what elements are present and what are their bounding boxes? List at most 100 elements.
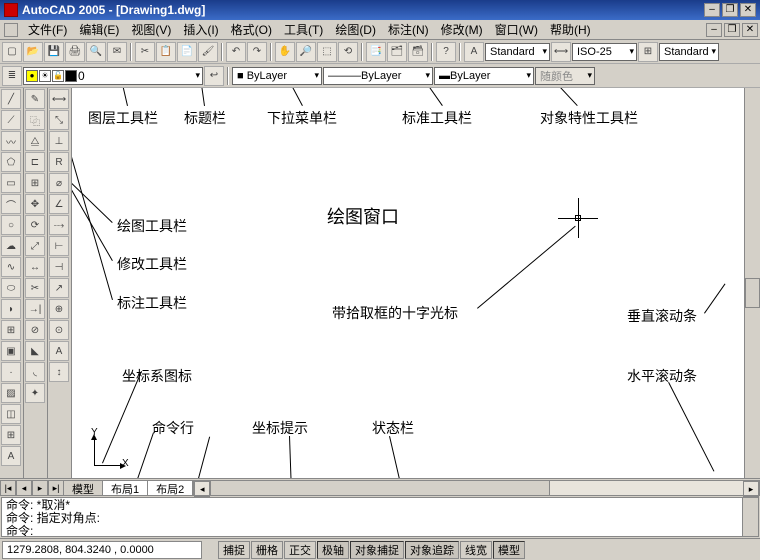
dimaligned-icon[interactable]: ⤡ [49,110,69,130]
text-style-icon[interactable]: A [464,42,484,62]
minimize-button[interactable]: – [704,3,720,17]
scale-icon[interactable]: ⤢ [25,236,45,256]
scroll-left-button[interactable]: ◂ [194,481,210,497]
menu-file[interactable]: 文件(F) [22,21,73,38]
pan-icon[interactable]: ✋ [275,42,295,62]
ellipse-icon[interactable]: ⬭ [1,278,21,298]
mirror-icon[interactable]: ⧋ [25,131,45,151]
menu-format[interactable]: 格式(O) [225,21,278,38]
zoom-win-icon[interactable]: ⬚ [317,42,337,62]
doc-minimize-button[interactable]: – [706,23,722,37]
layer-mgr-icon[interactable]: ≣ [2,66,22,86]
status-polar[interactable]: 极轴 [317,541,349,559]
chamfer-icon[interactable]: ◣ [25,341,45,361]
offset-icon[interactable]: ⊏ [25,152,45,172]
status-ortho[interactable]: 正交 [284,541,316,559]
save-icon[interactable]: 💾 [44,42,64,62]
menu-insert[interactable]: 插入(I) [177,21,224,38]
maximize-button[interactable]: ❐ [722,3,738,17]
close-button[interactable]: ✕ [740,3,756,17]
new-icon[interactable]: ▢ [2,42,22,62]
color-dropdown[interactable]: ■ ByLayer [232,67,322,85]
horizontal-scrollbar[interactable]: ◂ ▸ [193,480,760,496]
paste-icon[interactable]: 📄 [177,42,197,62]
tp-icon[interactable]: 🗃 [408,42,428,62]
dc-icon[interactable]: 🗂 [387,42,407,62]
extend-icon[interactable]: →| [25,299,45,319]
array-icon[interactable]: ⊞ [25,173,45,193]
open-icon[interactable]: 📂 [23,42,43,62]
tab-nav-last[interactable]: ▸| [48,480,64,496]
menu-help[interactable]: 帮助(H) [544,21,597,38]
dimedit-icon[interactable]: A [49,341,69,361]
tab-model[interactable]: 模型 [63,480,103,496]
menu-tools[interactable]: 工具(T) [278,21,329,38]
linetype-dropdown[interactable]: ——— ByLayer [323,67,433,85]
break-icon[interactable]: ⊘ [25,320,45,340]
text-style-dropdown[interactable]: Standard [485,43,550,61]
polygon-icon[interactable]: ⬠ [1,152,21,172]
dim-style-icon[interactable]: ⟷ [551,42,571,62]
preview-icon[interactable]: 🔍 [86,42,106,62]
command-line[interactable]: 命令: *取消* 命令: 指定对角点: 命令: [1,497,759,537]
tab-layout1[interactable]: 布局1 [102,480,148,496]
drawing-window[interactable]: Y X 图层工具栏 标题栏 下拉菜单栏 标准工具栏 对象特性工具栏 绘图工具栏 … [72,88,760,478]
fillet-icon[interactable]: ◟ [25,362,45,382]
copy-icon[interactable]: 📋 [156,42,176,62]
copy-obj-icon[interactable]: ⿻ [25,110,45,130]
layer-dropdown[interactable]: ● ☀ 🔓 0 [23,67,203,85]
tab-layout2[interactable]: 布局2 [147,480,193,496]
tab-nav-first[interactable]: |◂ [0,480,16,496]
menu-modify[interactable]: 修改(M) [435,21,489,38]
redo-icon[interactable]: ↷ [247,42,267,62]
table-icon[interactable]: ⊞ [1,425,21,445]
dimlinear-icon[interactable]: ⟷ [49,89,69,109]
ellipsearc-icon[interactable]: ◗ [1,299,21,319]
qdim-icon[interactable]: ⤏ [49,215,69,235]
region-icon[interactable]: ◫ [1,404,21,424]
plot-icon[interactable]: 🖨 [65,42,85,62]
explode-icon[interactable]: ✦ [25,383,45,403]
properties-icon[interactable]: 📑 [366,42,386,62]
lineweight-dropdown[interactable]: ▬ ByLayer [434,67,534,85]
menu-edit[interactable]: 编辑(E) [73,21,125,38]
tolerance-icon[interactable]: ⊕ [49,299,69,319]
makeblock-icon[interactable]: ▣ [1,341,21,361]
vertical-scrollbar[interactable] [744,88,760,478]
menu-window[interactable]: 窗口(W) [489,21,544,38]
menu-draw[interactable]: 绘图(D) [329,21,382,38]
erase-icon[interactable]: ✎ [25,89,45,109]
dimang-icon[interactable]: ∠ [49,194,69,214]
scroll-right-button[interactable]: ▸ [743,481,759,497]
rect-icon[interactable]: ▭ [1,173,21,193]
publish-icon[interactable]: ✉ [107,42,127,62]
xline-icon[interactable]: ⟋ [1,110,21,130]
line-icon[interactable]: ╱ [1,89,21,109]
layer-prev-icon[interactable]: ↩ [204,66,224,86]
point-icon[interactable]: · [1,362,21,382]
help-icon[interactable]: ? [436,42,456,62]
menu-dim[interactable]: 标注(N) [382,21,435,38]
cmd-scrollbar[interactable] [742,498,758,536]
doc-restore-button[interactable]: ❐ [724,23,740,37]
menu-view[interactable]: 视图(V) [125,21,177,38]
dimbase-icon[interactable]: ⊢ [49,236,69,256]
tab-nav-prev[interactable]: ◂ [16,480,32,496]
table-style-dropdown[interactable]: Standard [659,43,719,61]
hatch-icon[interactable]: ▨ [1,383,21,403]
pline-icon[interactable]: 〰 [1,131,21,151]
coordinate-display[interactable]: 1279.2808, 804.3240 , 0.0000 [2,541,202,559]
dim-style-dropdown[interactable]: ISO-25 [572,43,637,61]
undo-icon[interactable]: ↶ [226,42,246,62]
stretch-icon[interactable]: ↔ [25,257,45,277]
revcloud-icon[interactable]: ☁ [1,236,21,256]
block-icon[interactable]: ⊞ [1,320,21,340]
status-snap[interactable]: 捕捉 [218,541,250,559]
titlebar[interactable]: AutoCAD 2005 - [Drawing1.dwg] – ❐ ✕ [0,0,760,20]
arc-icon[interactable]: ⌒ [1,194,21,214]
status-otrack[interactable]: 对象追踪 [405,541,459,559]
trim-icon[interactable]: ✂ [25,278,45,298]
spline-icon[interactable]: ∿ [1,257,21,277]
zoom-prev-icon[interactable]: ⟲ [338,42,358,62]
table-style-icon[interactable]: ⊞ [638,42,658,62]
